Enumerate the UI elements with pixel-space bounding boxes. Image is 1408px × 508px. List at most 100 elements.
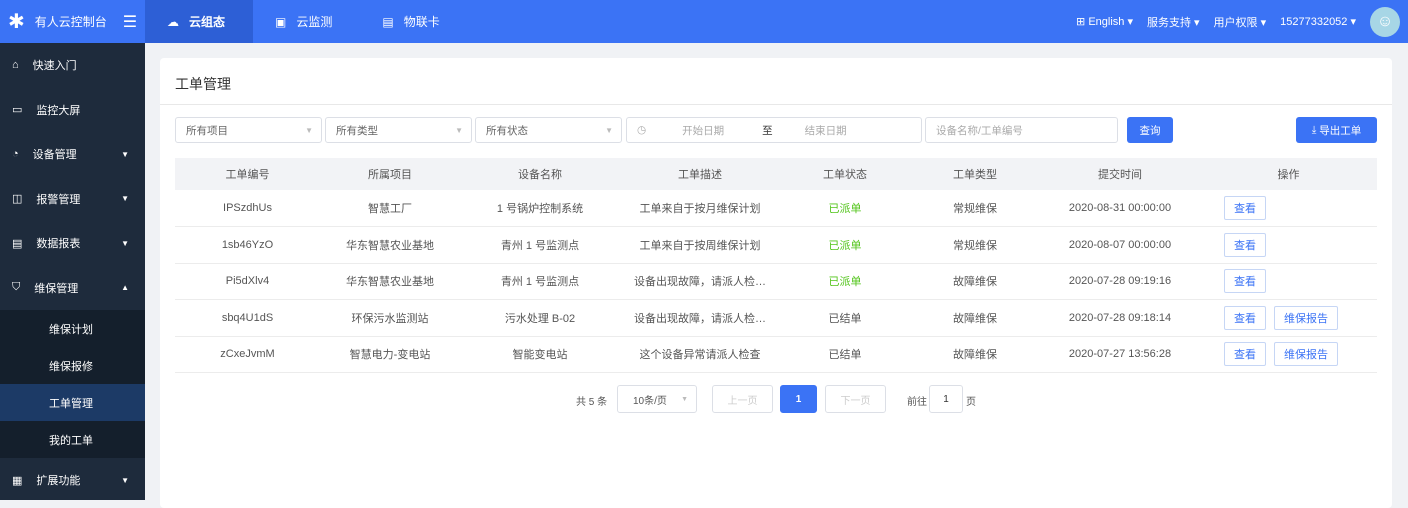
sidebar-item-my-orders[interactable]: 我的工单: [0, 421, 145, 458]
type-value: 所有类型: [336, 124, 378, 137]
sidebar-item-devices[interactable]: ◔ 设备管理 ▼: [0, 132, 145, 177]
order-id-cell: sbq4U1dS: [175, 299, 320, 337]
chevron-down-icon: ▼: [455, 125, 463, 135]
status-cell: 已结单: [780, 336, 910, 373]
sidebar-item-repair[interactable]: 维保报修: [0, 347, 145, 384]
page-1-button[interactable]: 1: [780, 385, 817, 413]
description-cell: 工单来自于按周维保计划: [620, 226, 780, 264]
view-button[interactable]: 查看: [1224, 305, 1266, 330]
status-select[interactable]: 所有状态 ▼: [475, 117, 622, 143]
order-id-cell: zCxeJvmM: [175, 336, 320, 373]
sidebar-item-extensions[interactable]: ▦ 扩展功能 ▼: [0, 458, 145, 503]
page-size-select[interactable]: 10条/页 ▼: [617, 385, 697, 413]
submit-time-cell: 2020-08-07 00:00:00: [1040, 226, 1200, 264]
status-cell: 已派单: [780, 226, 910, 264]
nav-iot-card[interactable]: ▤ 物联卡: [360, 0, 467, 43]
column-header: 工单描述: [620, 158, 780, 190]
sidebar-label: 工单管理: [49, 397, 93, 410]
nav-cloud-config[interactable]: ☁ 云组态: [145, 0, 254, 43]
type-cell: 常规维保: [910, 190, 1040, 227]
sidebar-item-maintenance-plan[interactable]: 维保计划: [0, 310, 145, 347]
sidebar-label: 报警管理: [36, 193, 81, 206]
table-row: sbq4U1dS 环保污水监测站 污水处理 B-02 设备出现故障，请派人检… 已结单故…: [175, 299, 1377, 337]
shield-icon: ⛉: [12, 281, 21, 294]
view-button[interactable]: 查看: [1224, 342, 1266, 367]
top-bar: ✱ 有人云控制台 ☰ ☁ 云组态 ▣ 云监测 ▤ 物联卡 ⊞ English ▾ 服务支持…: [0, 0, 1408, 43]
chevron-down-icon: ▼: [121, 149, 129, 159]
maintenance-report-button[interactable]: 维保报告: [1274, 342, 1338, 367]
monitor-icon: ▣: [275, 14, 287, 29]
logo[interactable]: ✱ 有人云控制台 ☰: [0, 9, 145, 34]
view-button[interactable]: 查看: [1224, 196, 1266, 220]
query-button[interactable]: 查询: [1127, 117, 1173, 143]
submit-time-cell: 2020-07-28 09:18:14: [1040, 299, 1200, 337]
start-date-input[interactable]: 开始日期: [682, 123, 724, 138]
sidebar-item-dashboard[interactable]: ▭ 监控大屏: [0, 88, 145, 133]
column-header: 所属项目: [320, 158, 460, 190]
page-title: 工单管理: [160, 58, 1392, 105]
search-input[interactable]: 设备名称/工单编号: [925, 117, 1118, 143]
language-dropdown[interactable]: ⊞ English ▾: [1076, 15, 1133, 28]
column-header: 工单状态: [780, 158, 910, 190]
prev-page-button[interactable]: 上一页: [712, 385, 773, 413]
maintenance-report-button[interactable]: 维保报告: [1274, 305, 1338, 330]
support-label: 服务支持: [1146, 16, 1191, 29]
permissions-dropdown[interactable]: 用户权限 ▾: [1214, 14, 1267, 30]
bell-icon: ◫: [12, 193, 23, 206]
column-header: 工单类型: [910, 158, 1040, 190]
sidebar-item-quickstart[interactable]: ⌂ 快速入门: [0, 43, 145, 88]
sidebar-item-work-orders[interactable]: 工单管理: [0, 384, 145, 421]
view-button[interactable]: 查看: [1224, 232, 1266, 257]
date-range-picker[interactable]: ◷ 开始日期 至 结束日期: [626, 117, 922, 143]
chevron-down-icon: ▼: [305, 125, 313, 135]
sidebar-label: 维保报修: [49, 360, 93, 373]
actions-cell: 查看: [1200, 263, 1377, 300]
work-order-table: 工单编号 所属项目 设备名称 工单描述 工单状态 工单类型 提交时间 操作 IPSzdhUs 智…: [175, 158, 1377, 373]
sidebar-label: 维保管理: [34, 282, 79, 295]
permissions-label: 用户权限: [1213, 16, 1258, 29]
app-title: 有人云控制台: [34, 15, 107, 29]
nav-cloud-monitor[interactable]: ▣ 云监测: [253, 0, 360, 43]
page-unit-label: 页: [966, 397, 976, 408]
column-header: 操作: [1200, 158, 1377, 190]
view-button[interactable]: 查看: [1224, 269, 1266, 294]
menu-icon[interactable]: ☰: [123, 12, 137, 32]
avatar[interactable]: ☺: [1370, 6, 1400, 37]
export-button[interactable]: ⤓ 导出工单: [1296, 117, 1377, 143]
home-icon: ⌂: [12, 59, 19, 72]
description-cell: 工单来自于按月维保计划: [620, 190, 780, 227]
sidebar-label: 扩展功能: [36, 475, 81, 488]
sidebar: ⌂ 快速入门 ▭ 监控大屏 ◔ 设备管理 ▼ ◫ 报警管理 ▼ ▤ 数据报表 ▼ ⛉ 维保管理 ▲ …: [0, 43, 145, 500]
nav-label: 云组态: [189, 15, 226, 29]
end-date-input[interactable]: 结束日期: [805, 123, 847, 138]
download-icon: ⤓: [1311, 123, 1317, 136]
order-id-cell: IPSzdhUs: [175, 190, 320, 227]
submit-time-cell: 2020-08-31 00:00:00: [1040, 190, 1200, 227]
sidebar-label: 设备管理: [32, 149, 77, 162]
type-cell: 常规维保: [910, 226, 1040, 264]
status-cell: 已派单: [780, 190, 910, 227]
nav-label: 云监测: [296, 15, 333, 29]
actions-cell: 查看 维保报告: [1200, 299, 1377, 337]
goto-page-input[interactable]: 1: [929, 385, 963, 413]
globe-icon: ⊞: [1076, 16, 1086, 28]
type-cell: 故障维保: [910, 336, 1040, 373]
table-row: zCxeJvmM 智慧电力-变电站 智能变电站 这个设备异常请派人检查 已结单 故障维保 2…: [175, 336, 1377, 373]
next-page-button[interactable]: 下一页: [825, 385, 886, 413]
work-order-card: 工单管理 所有项目 ▼ 所有类型 ▼ 所有状态 ▼ ◷ 开始日期 至 结束日期 设备名称/工…: [160, 58, 1392, 508]
clock-icon: ◷: [637, 124, 647, 136]
sidebar-item-maintenance[interactable]: ⛉ 维保管理 ▲: [0, 266, 145, 311]
device-cell: 青州 1 号监测点: [460, 226, 620, 264]
sidebar-label: 我的工单: [49, 434, 93, 447]
sidebar-label: 维保计划: [49, 323, 93, 336]
range-separator: 至: [762, 124, 773, 137]
type-select[interactable]: 所有类型 ▼: [325, 117, 472, 143]
chevron-down-icon: ▼: [121, 475, 129, 485]
project-select[interactable]: 所有项目 ▼: [175, 117, 322, 143]
sidebar-item-reports[interactable]: ▤ 数据报表 ▼: [0, 221, 145, 266]
support-dropdown[interactable]: 服务支持 ▾: [1147, 14, 1200, 30]
order-id-cell: 1sb46YzO: [175, 226, 320, 264]
user-dropdown[interactable]: 15277332052 ▾: [1280, 15, 1356, 28]
type-cell: 故障维保: [910, 299, 1040, 337]
sidebar-item-alarms[interactable]: ◫ 报警管理 ▼: [0, 177, 145, 222]
